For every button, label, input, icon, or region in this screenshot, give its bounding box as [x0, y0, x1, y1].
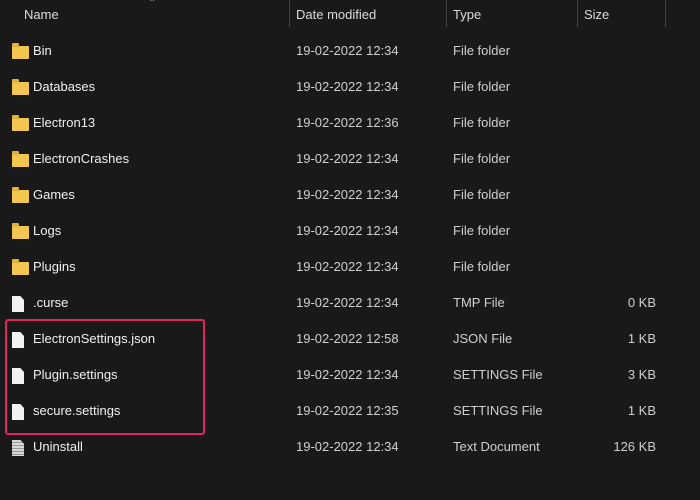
file-row[interactable]: Plugins 19-02-2022 12:34 File folder	[0, 249, 700, 285]
folder-icon	[12, 223, 29, 239]
column-size[interactable]: Size	[584, 7, 609, 22]
column-name[interactable]: Name	[24, 7, 59, 22]
date-modified: 19-02-2022 12:34	[296, 79, 399, 94]
date-modified: 19-02-2022 12:35	[296, 403, 399, 418]
file-row[interactable]: Logs 19-02-2022 12:34 File folder	[0, 213, 700, 249]
column-type[interactable]: Type	[453, 7, 481, 22]
folder-icon	[12, 187, 29, 203]
date-modified: 19-02-2022 12:34	[296, 367, 399, 382]
file-type: File folder	[453, 187, 511, 202]
file-type: File folder	[453, 259, 511, 274]
file-type: TMP File	[453, 295, 505, 310]
column-divider[interactable]	[665, 0, 666, 27]
file-name: Databases	[33, 79, 96, 94]
file-name: Electron13	[33, 115, 96, 130]
date-modified: 19-02-2022 12:58	[296, 331, 399, 346]
file-name: Logs	[33, 223, 62, 238]
file-size: 3 KB	[627, 367, 656, 382]
file-name: Bin	[33, 43, 52, 58]
column-date-modified[interactable]: Date modified	[296, 7, 376, 22]
date-modified: 19-02-2022 12:34	[296, 43, 399, 58]
file-size: 0 KB	[627, 295, 656, 310]
file-name: .curse	[33, 295, 69, 310]
file-name: Uninstall	[33, 439, 83, 454]
folder-icon	[12, 43, 29, 59]
sort-ascending-icon: ⌃	[148, 0, 157, 9]
date-modified: 19-02-2022 12:34	[296, 151, 399, 166]
folder-icon	[12, 115, 29, 131]
column-divider[interactable]	[577, 0, 578, 27]
file-size: 1 KB	[627, 331, 656, 346]
file-name: Games	[33, 187, 75, 202]
file-type: JSON File	[453, 331, 513, 346]
folder-icon	[12, 259, 29, 275]
file-name: Plugins	[33, 259, 76, 274]
highlight-box	[5, 319, 205, 435]
date-modified: 19-02-2022 12:34	[296, 187, 399, 202]
date-modified: 19-02-2022 12:34	[296, 295, 399, 310]
file-size: 126 KB	[613, 439, 656, 454]
file-row[interactable]: Databases 19-02-2022 12:34 File folder	[0, 69, 700, 105]
date-modified: 19-02-2022 12:34	[296, 223, 399, 238]
column-divider[interactable]	[289, 0, 290, 27]
file-row[interactable]: Electron13 19-02-2022 12:36 File folder	[0, 105, 700, 141]
file-type: File folder	[453, 43, 511, 58]
file-row[interactable]: .curse 19-02-2022 12:34 TMP File 0 KB	[0, 285, 700, 321]
file-type: File folder	[453, 79, 511, 94]
folder-icon	[12, 151, 29, 167]
text-document-icon	[12, 440, 24, 456]
file-type: File folder	[453, 151, 511, 166]
file-icon	[12, 296, 24, 312]
file-name: ElectronCrashes	[33, 151, 130, 166]
file-type: Text Document	[453, 439, 540, 454]
column-header: ⌃ Name Date modified Type Size	[0, 0, 700, 28]
date-modified: 19-02-2022 12:34	[296, 259, 399, 274]
file-row[interactable]: ElectronCrashes 19-02-2022 12:34 File fo…	[0, 141, 700, 177]
column-divider[interactable]	[446, 0, 447, 27]
date-modified: 19-02-2022 12:34	[296, 439, 399, 454]
folder-icon	[12, 79, 29, 95]
file-type: SETTINGS File	[453, 403, 543, 418]
file-size: 1 KB	[627, 403, 656, 418]
file-type: File folder	[453, 115, 511, 130]
file-row[interactable]: Games 19-02-2022 12:34 File folder	[0, 177, 700, 213]
date-modified: 19-02-2022 12:36	[296, 115, 399, 130]
file-type: SETTINGS File	[453, 367, 543, 382]
file-type: File folder	[453, 223, 511, 238]
file-row[interactable]: Bin 19-02-2022 12:34 File folder	[0, 33, 700, 69]
